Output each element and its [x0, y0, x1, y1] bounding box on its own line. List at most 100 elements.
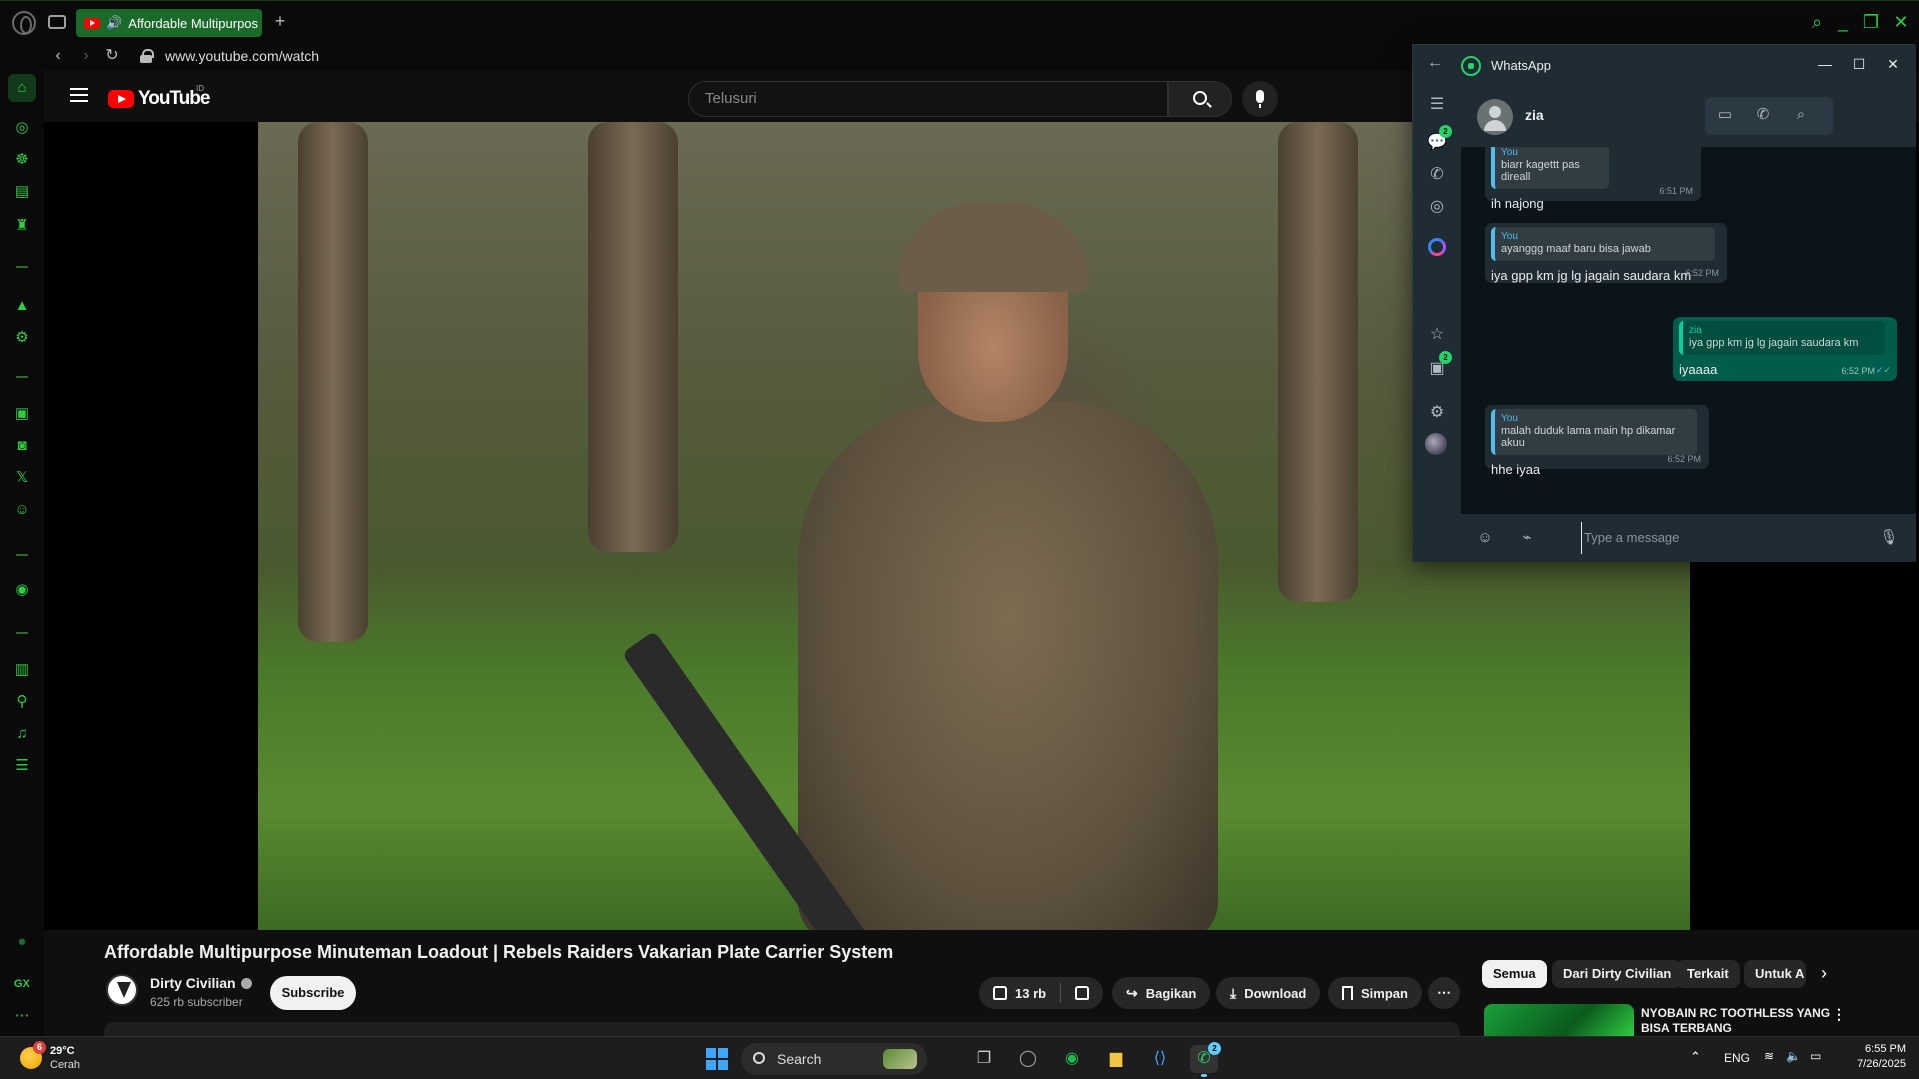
- weather-condition[interactable]: Cerah: [50, 1059, 80, 1071]
- clock-date[interactable]: 7/26/2025: [1844, 1058, 1906, 1070]
- spotify-icon[interactable]: ◉: [12, 580, 32, 600]
- forward-button[interactable]: ›: [76, 46, 96, 66]
- sidebar-news-icon[interactable]: ▤: [12, 182, 32, 202]
- contact-avatar[interactable]: [1477, 99, 1513, 135]
- message-input[interactable]: Type a message: [1581, 522, 1861, 554]
- sidebar-history-icon[interactable]: ☰: [12, 756, 32, 776]
- battery-icon[interactable]: ▭: [1810, 1049, 1821, 1063]
- task-view-icon[interactable]: ❐: [970, 1045, 998, 1073]
- youtube-menu-icon[interactable]: [70, 88, 88, 102]
- lock-icon[interactable]: [140, 49, 154, 63]
- quoted-message[interactable]: You ayanggg maaf baru bisa jawab: [1491, 227, 1715, 261]
- chip-related[interactable]: Terkait: [1676, 960, 1740, 988]
- message-list[interactable]: You biarr kagettt pas direall ih najong …: [1461, 147, 1916, 514]
- back-button[interactable]: ‹: [48, 46, 68, 66]
- volume-icon[interactable]: 🔈: [1786, 1049, 1801, 1063]
- chip-from-channel[interactable]: Dari Dirty Civilian: [1552, 960, 1683, 988]
- meta-ai-icon[interactable]: [1428, 238, 1446, 256]
- discord-icon[interactable]: ☺: [12, 500, 32, 520]
- message-bubble-outgoing[interactable]: zia iya gpp km jg lg jagain saudara km i…: [1673, 317, 1897, 381]
- profile-avatar[interactable]: [1425, 433, 1447, 455]
- starred-icon[interactable]: ☆: [1427, 325, 1447, 345]
- minimize-button[interactable]: _: [1832, 12, 1854, 34]
- voice-call-icon[interactable]: ✆: [1753, 105, 1773, 125]
- youtube-logo[interactable]: YouTube: [108, 88, 210, 110]
- message-bubble-incoming[interactable]: You malah duduk lama main hp dikamar aku…: [1485, 405, 1709, 477]
- save-button[interactable]: Simpan: [1328, 977, 1422, 1009]
- start-button[interactable]: [706, 1048, 728, 1070]
- more-actions-button[interactable]: ⋯: [1428, 977, 1460, 1009]
- chat-header[interactable]: zia ▭ ✆ ⌕: [1461, 87, 1916, 147]
- sidebar-gx-control-icon[interactable]: ⚙: [12, 328, 32, 348]
- attach-icon[interactable]: ⌁: [1517, 528, 1537, 548]
- search-in-chat-icon[interactable]: ⌕: [1791, 105, 1811, 125]
- spotify-taskbar-icon[interactable]: ◉: [1058, 1045, 1086, 1073]
- sidebar-more-icon[interactable]: ⋯: [12, 1006, 32, 1026]
- instagram-icon[interactable]: ◙: [12, 436, 32, 456]
- description-box[interactable]: [104, 1022, 1460, 1036]
- search-tabs-icon[interactable]: ⌕: [1806, 12, 1828, 34]
- video-call-icon[interactable]: ▭: [1715, 105, 1735, 125]
- sidebar-wallet-icon[interactable]: ⚲: [12, 692, 32, 712]
- back-arrow-icon[interactable]: ←: [1427, 54, 1443, 72]
- message-bubble-incoming[interactable]: You ayanggg maaf baru bisa jawab iya gpp…: [1485, 223, 1727, 283]
- clock-time[interactable]: 6:55 PM: [1852, 1043, 1906, 1055]
- recommended-video-thumbnail[interactable]: [1484, 1004, 1634, 1036]
- channel-avatar[interactable]: [106, 974, 138, 1006]
- sidebar-home-icon[interactable]: ⌂: [8, 74, 36, 102]
- show-hidden-icons[interactable]: ⌃: [1690, 1049, 1701, 1065]
- wa-close-button[interactable]: ✕: [1881, 53, 1905, 77]
- opera-gx-taskbar-icon[interactable]: ◯: [1014, 1045, 1042, 1073]
- sidebar-aria-icon[interactable]: ▲: [12, 296, 32, 316]
- share-button[interactable]: ↪ Bagikan: [1112, 977, 1211, 1009]
- quoted-message[interactable]: You malah duduk lama main hp dikamar aku…: [1491, 409, 1697, 455]
- quoted-message[interactable]: You biarr kagettt pas direall: [1491, 147, 1609, 189]
- status-icon[interactable]: ◎: [1427, 197, 1447, 217]
- download-button[interactable]: ⤓ Download: [1216, 977, 1321, 1009]
- close-button[interactable]: ✕: [1890, 12, 1912, 34]
- x-twitter-icon[interactable]: 𝕏: [12, 468, 32, 488]
- chip-all[interactable]: Semua: [1482, 960, 1547, 988]
- sidebar-player-icon[interactable]: ♫: [12, 724, 32, 744]
- calls-icon[interactable]: ✆: [1427, 165, 1447, 185]
- sidebar-gx-corner-icon[interactable]: ◎: [12, 118, 32, 138]
- chip-for-you[interactable]: Untuk A: [1744, 960, 1806, 988]
- like-icon[interactable]: [993, 986, 1007, 1000]
- sidebar-gx-logo-icon[interactable]: ●: [12, 932, 32, 952]
- voice-message-icon[interactable]: 🎙: [1879, 528, 1899, 548]
- dislike-icon[interactable]: [1075, 986, 1090, 1000]
- wifi-icon[interactable]: ≋: [1764, 1049, 1774, 1063]
- sidebar-gx-label[interactable]: GX: [14, 978, 30, 990]
- chips-next-icon[interactable]: ›: [1814, 960, 1834, 988]
- emoji-icon[interactable]: ☺: [1475, 528, 1495, 548]
- wa-minimize-button[interactable]: —: [1813, 53, 1837, 77]
- quoted-message[interactable]: zia iya gpp km jg lg jagain saudara km: [1679, 321, 1885, 355]
- opera-gx-menu-icon[interactable]: [12, 11, 36, 35]
- browser-tab-youtube[interactable]: 🔊 Affordable Multipurpos: [76, 9, 262, 37]
- message-bubble-incoming[interactable]: You biarr kagettt pas direall ih najong …: [1485, 147, 1701, 211]
- tab-list-icon[interactable]: [48, 15, 66, 29]
- channel-name-link[interactable]: Dirty Civilian: [150, 975, 252, 991]
- wa-maximize-button[interactable]: ☐: [1847, 53, 1871, 77]
- contact-name[interactable]: zia: [1525, 107, 1544, 123]
- file-explorer-icon[interactable]: ▆: [1102, 1045, 1130, 1073]
- menu-icon[interactable]: ☰: [1427, 95, 1447, 115]
- restore-button[interactable]: ❐: [1860, 12, 1882, 34]
- like-count[interactable]: 13 rb: [1015, 986, 1046, 1001]
- subscribe-button[interactable]: Subscribe: [270, 976, 356, 1010]
- twitch-icon[interactable]: ▣: [12, 404, 32, 424]
- reload-button[interactable]: ↻: [102, 46, 122, 66]
- youtube-search-button[interactable]: [1168, 81, 1232, 117]
- recommended-video-title[interactable]: NYOBAIN RC TOOTHLESS YANG BISA TERBANG: [1641, 1006, 1831, 1036]
- youtube-search-input[interactable]: Telusuri: [688, 81, 1168, 117]
- settings-icon[interactable]: ⚙: [1427, 403, 1447, 423]
- input-language[interactable]: ENG: [1724, 1051, 1750, 1065]
- weather-temperature[interactable]: 29°C: [50, 1045, 75, 1057]
- voice-search-button[interactable]: [1242, 81, 1278, 117]
- whatsapp-taskbar-icon[interactable]: ✆ 2: [1190, 1042, 1221, 1077]
- recommended-more-icon[interactable]: ⋮: [1832, 1006, 1846, 1023]
- vscode-icon[interactable]: ⟨⟩: [1146, 1045, 1174, 1073]
- sidebar-trophy-icon[interactable]: ♜: [12, 216, 32, 236]
- sidebar-gaming-icon[interactable]: ☸: [12, 150, 32, 170]
- sidebar-map-icon[interactable]: ▥: [12, 660, 32, 680]
